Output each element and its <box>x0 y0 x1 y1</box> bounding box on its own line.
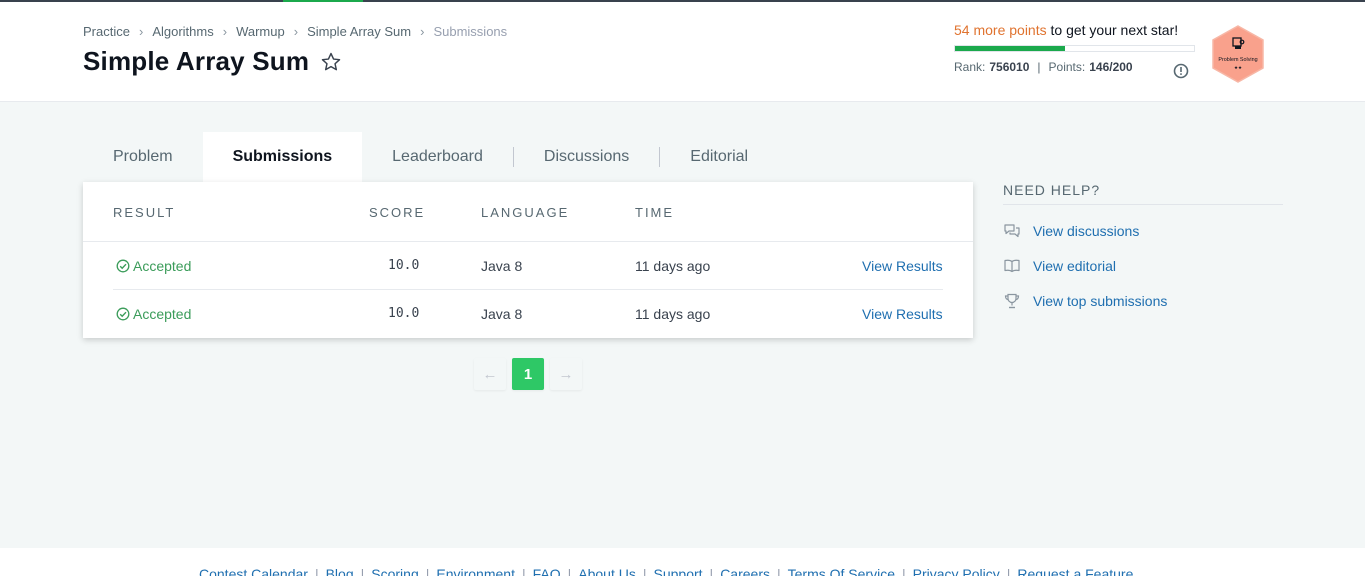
badge-stars: ★★ <box>1234 65 1242 71</box>
view-editorial-link[interactable]: View editorial <box>1003 257 1283 275</box>
progress-rest: to get your next star! <box>1050 22 1179 38</box>
time-value: 11 days ago <box>635 258 711 274</box>
page-1-button[interactable]: 1 <box>512 358 544 390</box>
rank-label: Rank: <box>954 60 986 74</box>
time-value: 11 days ago <box>635 306 711 322</box>
tab-problem[interactable]: Problem <box>83 132 203 182</box>
pagination: ← 1 → <box>474 358 582 390</box>
rank-points-row: Rank: 756010 | Points: 146/200 <box>954 60 1196 74</box>
help-panel: NEED HELP? View discussions View editori… <box>1003 182 1283 310</box>
footer-separator: | <box>360 566 365 576</box>
chevron-right-icon: › <box>420 24 425 39</box>
progress-bar <box>954 45 1195 52</box>
table-row: Accepted 10.0 Java 8 11 days ago View Re… <box>113 242 943 290</box>
breadcrumb-practice[interactable]: Practice <box>83 24 130 39</box>
footer-separator: | <box>521 566 526 576</box>
header-time: TIME <box>635 205 675 220</box>
points-label: Points: <box>1048 60 1086 74</box>
footer-link[interactable]: Terms Of Service <box>788 566 895 576</box>
open-book-icon <box>1004 259 1020 273</box>
badge-hexagon-shape <box>1212 25 1264 83</box>
breadcrumb-warmup[interactable]: Warmup <box>236 24 285 39</box>
title-row: Simple Array Sum <box>83 46 342 77</box>
score-value: 10.0 <box>388 258 420 273</box>
footer-link[interactable]: FAQ <box>533 566 561 576</box>
page-title: Simple Array Sum <box>83 46 310 76</box>
footer-separator: | <box>1006 566 1011 576</box>
language-value: Java 8 <box>481 258 523 274</box>
badge-label: Problem Solving <box>1218 57 1257 63</box>
rank-value: 756010 <box>989 60 1030 74</box>
tab-bar: Problem Submissions Leaderboard Discussi… <box>83 132 778 182</box>
footer-link[interactable]: Scoring <box>371 566 418 576</box>
breadcrumb: Practice › Algorithms › Warmup › Simple … <box>83 24 507 39</box>
tab-leaderboard[interactable]: Leaderboard <box>362 132 513 182</box>
footer-separator: | <box>425 566 430 576</box>
footer-link[interactable]: Privacy Policy <box>913 566 1000 576</box>
tab-editorial[interactable]: Editorial <box>660 132 778 182</box>
footer-link[interactable]: Blog <box>326 566 354 576</box>
header-result: RESULT <box>113 205 176 220</box>
footer-link[interactable]: About Us <box>578 566 636 576</box>
footer-separator: | <box>314 566 319 576</box>
breadcrumb-algorithms[interactable]: Algorithms <box>152 24 213 39</box>
header-score: SCORE <box>369 205 426 220</box>
tab-discussions[interactable]: Discussions <box>514 132 659 182</box>
view-results-link[interactable]: View Results <box>862 258 943 274</box>
chevron-right-icon: › <box>138 24 144 39</box>
check-circle-icon <box>116 259 130 273</box>
footer-link[interactable]: Environment <box>436 566 515 576</box>
tab-submissions[interactable]: Submissions <box>202 132 363 182</box>
language-value: Java 8 <box>481 306 523 322</box>
breadcrumb-current: Submissions <box>433 24 508 39</box>
problem-solving-badge[interactable]: Problem Solving ★★ <box>1211 25 1265 83</box>
status-label: Accepted <box>133 258 192 274</box>
page-header: Practice › Algorithms › Warmup › Simple … <box>0 2 1365 102</box>
points-value: 146/200 <box>1089 60 1133 74</box>
header-language: LANGUAGE <box>481 205 570 220</box>
submissions-table: RESULT SCORE LANGUAGE TIME Accepted 10.0… <box>83 182 973 338</box>
breadcrumb-simple-array-sum[interactable]: Simple Array Sum <box>307 24 411 39</box>
status-label: Accepted <box>133 306 192 322</box>
view-results-link[interactable]: View Results <box>862 306 943 322</box>
info-icon[interactable] <box>1173 63 1189 79</box>
help-item-label: View editorial <box>1033 258 1117 274</box>
trophy-icon <box>1004 293 1020 309</box>
chevron-right-icon: › <box>293 24 299 39</box>
points-needed: 54 more points <box>954 22 1047 38</box>
table-header: RESULT SCORE LANGUAGE TIME <box>83 182 973 242</box>
footer-link[interactable]: Careers <box>720 566 770 576</box>
table-row: Accepted 10.0 Java 8 11 days ago View Re… <box>113 290 943 338</box>
view-discussions-link[interactable]: View discussions <box>1003 222 1283 240</box>
footer-links: Contest Calendar | Blog | Scoring | Environmen… <box>199 566 1133 576</box>
footer: Contest Calendar | Blog | Scoring | Environmen… <box>0 548 1365 576</box>
bookmark-star-icon[interactable] <box>320 51 342 73</box>
arrow-left-icon[interactable]: ← <box>474 358 506 390</box>
footer-link[interactable]: Contest Calendar <box>199 566 308 576</box>
footer-link[interactable]: Request a Feature <box>1017 566 1133 576</box>
footer-separator: | <box>776 566 781 576</box>
help-item-label: View top submissions <box>1033 293 1168 309</box>
rank-separator: | <box>1037 60 1041 74</box>
footer-separator: | <box>901 566 906 576</box>
status-accepted: Accepted <box>116 306 191 322</box>
footer-separator: | <box>642 566 647 576</box>
help-title: NEED HELP? <box>1003 182 1283 205</box>
star-progress: 54 more points to get your next star! Ra… <box>954 22 1196 74</box>
help-item-label: View discussions <box>1033 223 1140 239</box>
footer-separator: | <box>567 566 572 576</box>
chat-bubbles-icon <box>1004 224 1020 238</box>
score-value: 10.0 <box>388 306 420 321</box>
view-top-submissions-link[interactable]: View top submissions <box>1003 292 1283 310</box>
progress-bar-fill <box>955 46 1065 51</box>
footer-link[interactable]: Support <box>654 566 703 576</box>
arrow-right-icon[interactable]: → <box>550 358 582 390</box>
status-accepted: Accepted <box>116 258 191 274</box>
footer-separator: | <box>709 566 714 576</box>
chevron-right-icon: › <box>222 24 228 39</box>
check-circle-icon <box>116 307 130 321</box>
progress-message: 54 more points to get your next star! <box>954 22 1196 38</box>
